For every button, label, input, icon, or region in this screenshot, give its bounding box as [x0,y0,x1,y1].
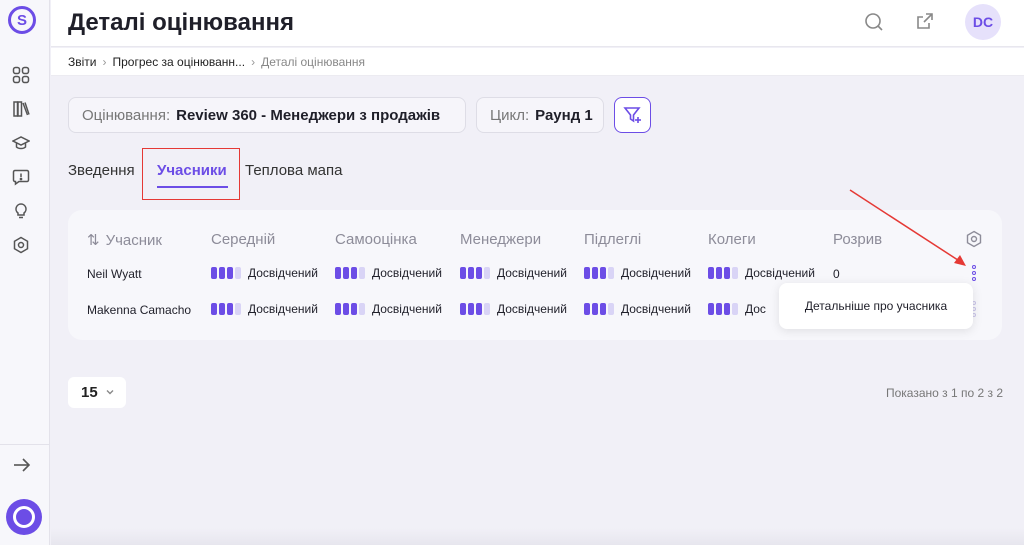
level-cell: Досвідчений [335,266,442,280]
level-bars [584,303,614,315]
lightbulb-icon[interactable] [12,202,30,220]
annotation-arrow [849,189,966,266]
column-header-subordinates: Підлеглі [584,231,642,248]
level-label: Дос [745,302,766,316]
participant-name[interactable]: Makenna Camacho [87,303,191,317]
level-bars [335,303,365,315]
level-cell: Досвідчений [211,302,318,316]
grid-icon[interactable] [12,66,30,84]
level-bars [460,303,490,315]
level-cell: Досвідчений [584,302,691,316]
menu-item-participant-details[interactable]: Детальніше про учасника [805,299,947,313]
tab-heatmap[interactable]: Теплова мапа [245,162,342,179]
search-icon[interactable] [864,12,884,32]
graduation-cap-icon[interactable] [12,134,30,152]
breadcrumb: Звіти › Прогрес за оцінюванн... › Деталі… [51,48,1024,76]
sidebar: S [0,0,50,545]
level-cell: Досвідчений [460,302,567,316]
breadcrumb-item-reports[interactable]: Звіти [68,55,97,69]
column-header-peers: Колеги [708,231,756,248]
level-label: Досвідчений [497,266,567,280]
level-label: Досвідчений [497,302,567,316]
chevron-right-icon: › [251,54,256,69]
level-bars [460,267,490,279]
page-size-value: 15 [81,384,98,401]
cycle-filter-value: Раунд 1 [535,106,593,124]
level-bars [708,267,738,279]
level-label: Досвідчений [621,302,691,316]
level-cell: Досвідчений [708,266,815,280]
chevron-down-icon [106,390,114,395]
level-label: Досвідчений [621,266,691,280]
chevron-right-icon: › [102,54,107,69]
workspace-logo[interactable] [6,499,42,535]
level-label: Досвідчений [372,302,442,316]
gap-value: 0 [833,267,840,281]
sidebar-divider [0,444,50,445]
level-cell: Дос [708,302,766,316]
column-header-self: Самооцінка [335,231,417,248]
avatar[interactable]: DC [965,4,1001,40]
open-external-icon[interactable] [915,11,935,31]
sort-icon: ⇅ [87,232,100,249]
cycle-filter-label: Цикл: [490,106,530,124]
level-label: Досвідчений [248,302,318,316]
assessment-filter[interactable]: Оцінювання: Review 360 - Менеджери з про… [68,97,466,133]
column-header-label: Учасник [105,232,162,249]
add-filter-button[interactable] [614,97,651,133]
annotation-highlight-box [142,148,240,200]
top-header: Деталі оцінювання DC [51,0,1024,47]
assessment-filter-label: Оцінювання: [82,106,171,124]
level-label: Досвідчений [745,266,815,280]
level-cell: Досвідчений [460,266,567,280]
filter-plus-icon [622,107,641,123]
bottom-edge [51,528,1024,545]
column-header-participant[interactable]: ⇅ Учасник [87,231,162,249]
level-cell: Досвідчений [211,266,318,280]
level-label: Досвідчений [248,266,318,280]
level-cell: Досвідчений [335,302,442,316]
column-header-managers: Менеджери [460,231,542,248]
column-header-average: Середній [211,231,276,248]
participant-name[interactable]: Neil Wyatt [87,267,142,281]
pagination-summary: Показано з 1 по 2 з 2 [885,386,1003,400]
tab-summary[interactable]: Зведення [68,162,135,179]
books-icon[interactable] [12,100,30,118]
level-bars [708,303,738,315]
expand-arrow-icon[interactable] [12,457,32,473]
level-cell: Досвідчений [584,266,691,280]
page-size-select[interactable]: 15 [68,377,126,408]
level-bars [335,267,365,279]
level-label: Досвідчений [372,266,442,280]
settings-hex-icon[interactable] [12,236,30,254]
page-title: Деталі оцінювання [68,9,294,36]
app-logo[interactable]: S [8,6,36,34]
level-bars [211,303,241,315]
level-bars [584,267,614,279]
feedback-icon[interactable] [12,168,30,186]
cycle-filter[interactable]: Цикл: Раунд 1 [476,97,604,133]
breadcrumb-item-progress[interactable]: Прогрес за оцінюванн... [113,55,246,69]
level-bars [211,267,241,279]
row-actions-menu: Детальніше про учасника [779,283,973,329]
breadcrumb-item-current: Деталі оцінювання [261,54,366,69]
assessment-filter-value: Review 360 - Менеджери з продажів [176,106,441,124]
